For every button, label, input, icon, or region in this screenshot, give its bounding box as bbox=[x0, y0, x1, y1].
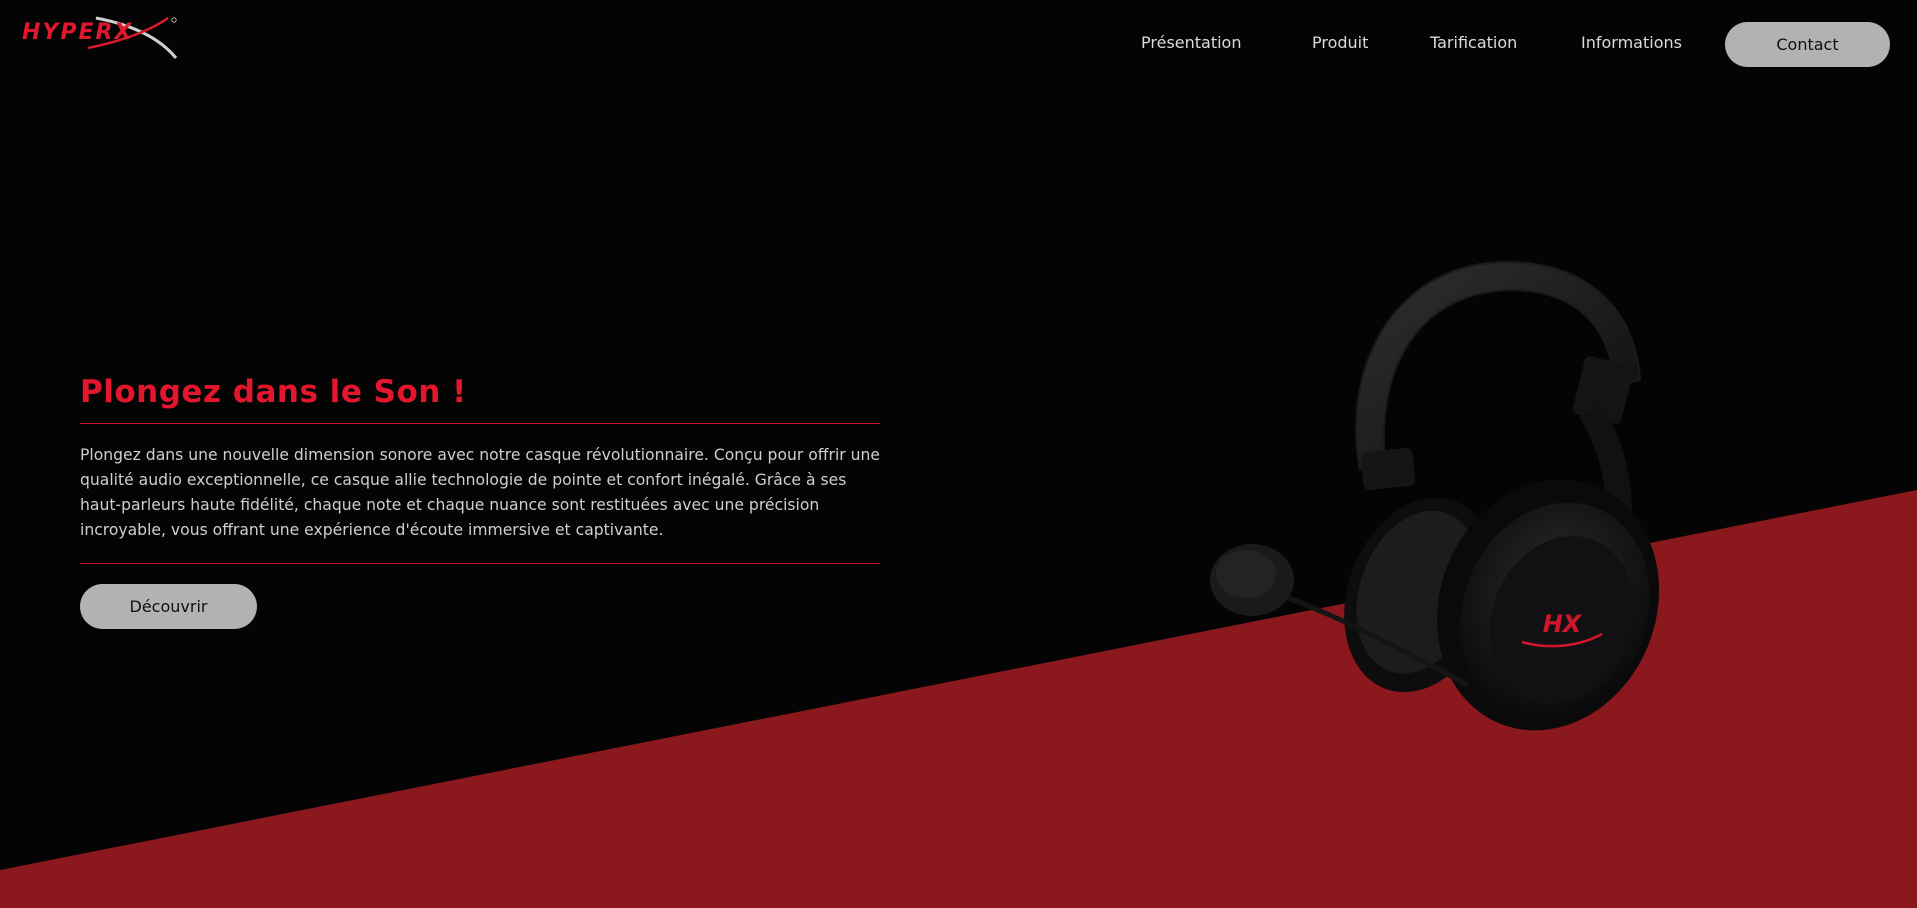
nav-link-presentation[interactable]: Présentation bbox=[1141, 33, 1241, 52]
discover-button[interactable]: Découvrir bbox=[80, 584, 257, 629]
body-divider bbox=[80, 563, 880, 564]
nav-link-produit[interactable]: Produit bbox=[1312, 33, 1368, 52]
headset-image: HX bbox=[1210, 260, 1660, 731]
hx-logo-mark: HX bbox=[1543, 610, 1583, 638]
brand-name: HYPERX bbox=[22, 20, 134, 45]
hero-description: Plongez dans une nouvelle dimension sono… bbox=[80, 446, 881, 539]
nav-link-informations[interactable]: Informations bbox=[1581, 33, 1682, 52]
title-divider bbox=[80, 423, 880, 424]
hyperx-logo[interactable]: HYPERX bbox=[18, 14, 180, 64]
nav-link-tarification[interactable]: Tarification bbox=[1430, 33, 1517, 52]
hero-title: Plongez dans le Son ! bbox=[80, 374, 467, 410]
hero-section: Plongez dans le Son ! Plongez dans une n… bbox=[80, 370, 880, 629]
contact-button[interactable]: Contact bbox=[1725, 22, 1890, 67]
top-navigation: HYPERX Présentation Produit Tarification… bbox=[0, 0, 1917, 90]
